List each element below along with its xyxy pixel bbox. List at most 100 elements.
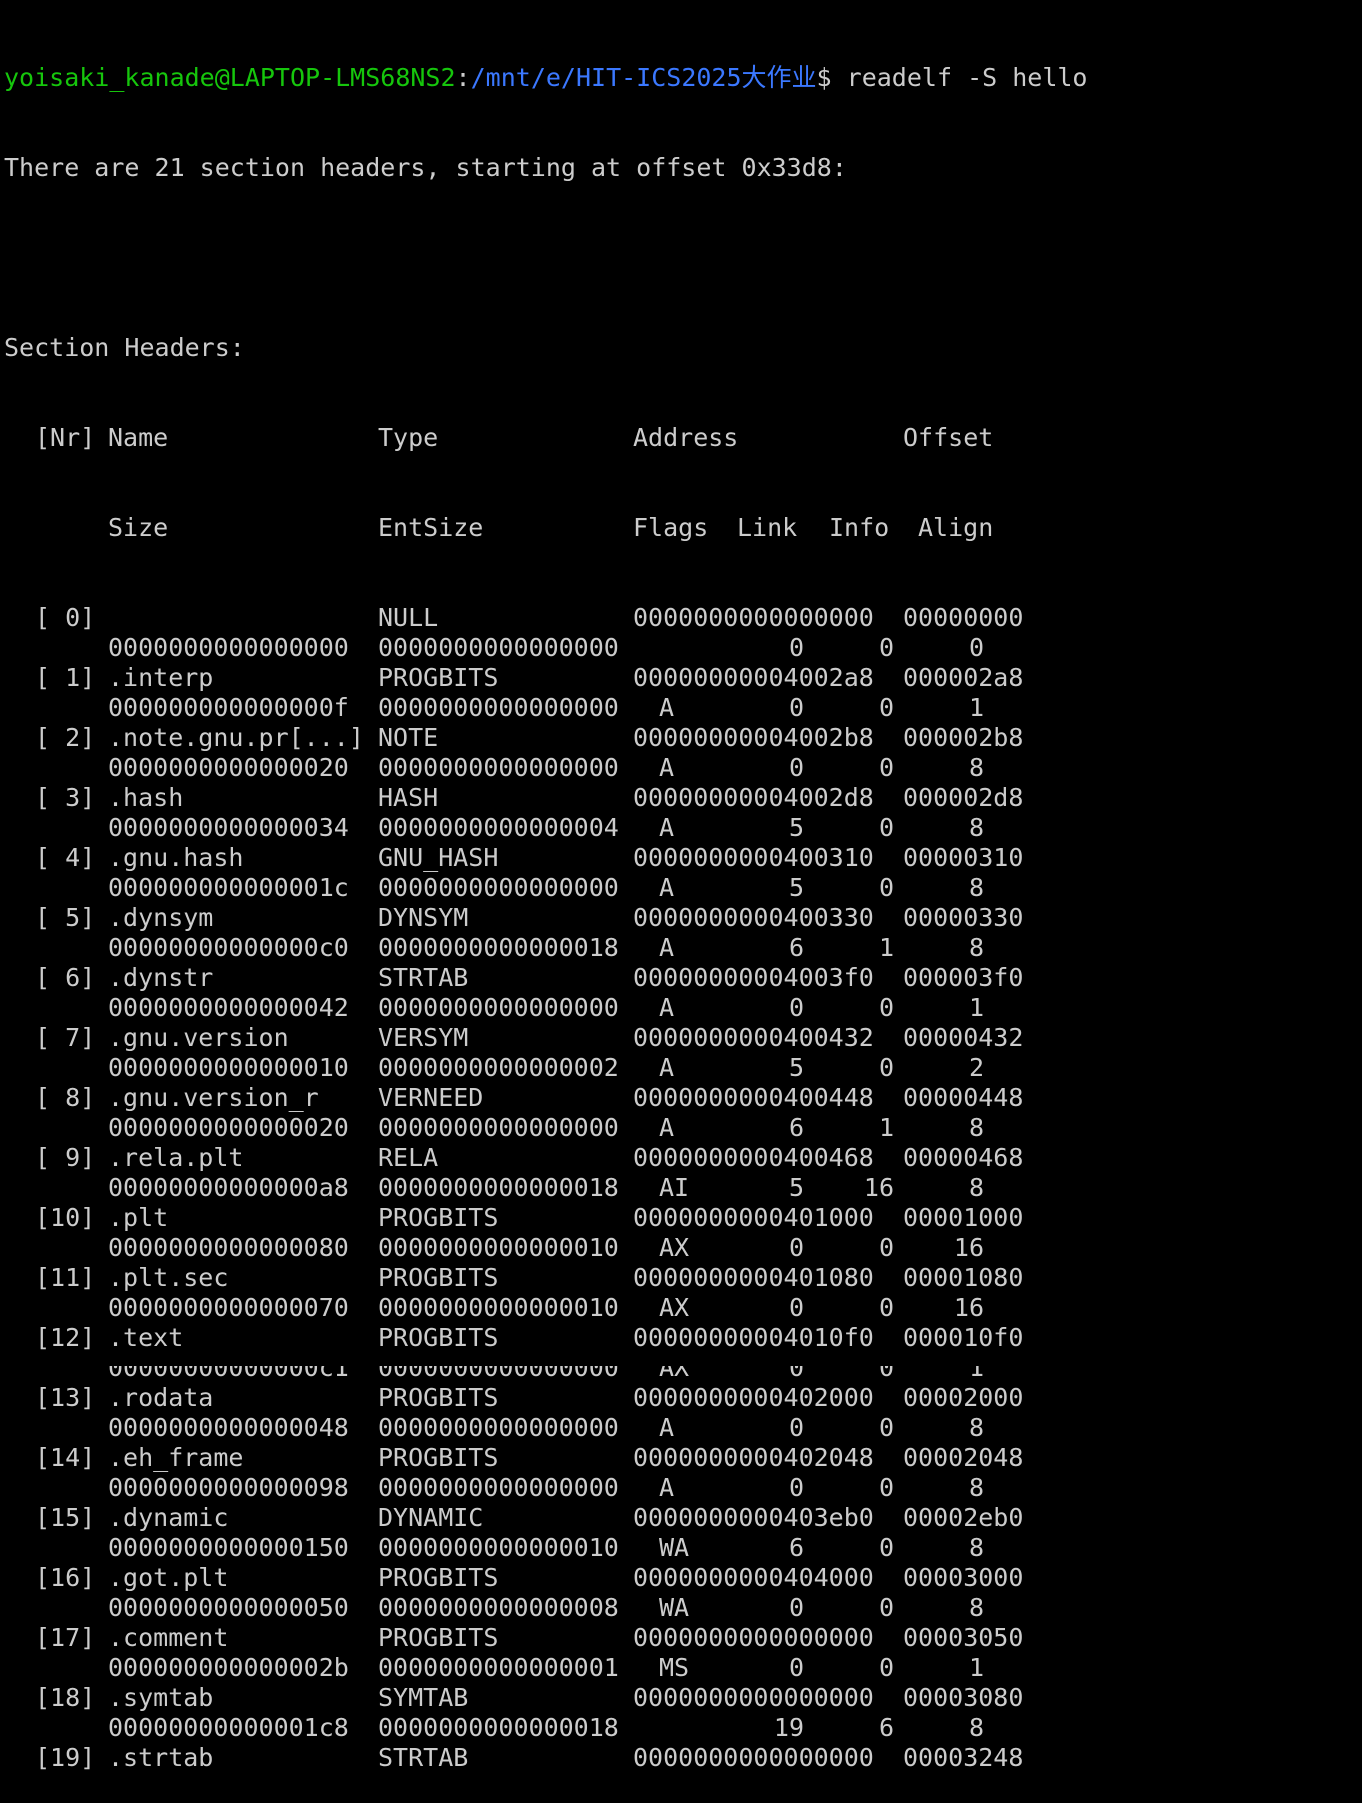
- section-entsize: 0000000000000000: [378, 1113, 619, 1142]
- header-flags: Flags: [633, 513, 709, 542]
- section-flags: A: [659, 1413, 675, 1442]
- section-name: .gnu.version_r: [108, 1083, 319, 1112]
- section-align: 16: [953, 1233, 984, 1262]
- section-flags: A: [659, 993, 675, 1022]
- section-align: 0: [968, 633, 984, 662]
- section-align: 2: [968, 1053, 984, 1082]
- section-link: 0: [788, 993, 804, 1022]
- section-align: 8: [968, 933, 984, 962]
- section-link: 0: [788, 1233, 804, 1262]
- section-size: 0000000000000048: [108, 1413, 349, 1442]
- section-link: 0: [788, 633, 804, 662]
- section-info: 0: [878, 1593, 894, 1622]
- section-row-secondary: 0000000000000034 0000000000000004 A 5 0 8: [4, 813, 1362, 843]
- section-size: 000000000000000f: [108, 693, 349, 722]
- section-type: PROGBITS: [378, 1563, 499, 1592]
- section-size: 000000000000001c: [108, 873, 349, 902]
- section-flags: A: [659, 1473, 675, 1502]
- section-offset: 000002d8: [903, 783, 1024, 812]
- section-link: 0: [788, 1653, 804, 1682]
- section-align: 8: [968, 1473, 984, 1502]
- section-nr: [19]: [35, 1743, 96, 1772]
- section-info: 0: [878, 633, 894, 662]
- section-entsize: 0000000000000000: [378, 633, 619, 662]
- prompt-path: /mnt/e/HIT-ICS2025大作业: [470, 63, 817, 92]
- section-type: PROGBITS: [378, 1323, 499, 1352]
- section-row-primary: [11] .plt.sec PROGBITS 0000000000401080 0000…: [4, 1263, 1362, 1293]
- section-link: 0: [788, 753, 804, 782]
- section-address: 0000000000000000: [633, 1683, 874, 1712]
- section-offset: 00003050: [903, 1623, 1024, 1652]
- section-name: .rela.plt: [108, 1143, 244, 1172]
- section-link: 0: [788, 1293, 804, 1322]
- section-info: 6: [878, 1713, 894, 1742]
- section-row-primary: [ 0] NULL 0000000000000000 00000000: [4, 603, 1362, 633]
- section-info: 0: [878, 813, 894, 842]
- section-size: 0000000000000034: [108, 813, 349, 842]
- section-size: 0000000000000042: [108, 993, 349, 1022]
- section-nr: [ 1]: [35, 663, 96, 692]
- section-nr: [13]: [35, 1383, 96, 1412]
- section-size: 00000000000001c8: [108, 1713, 349, 1742]
- section-address: 00000000004002b8: [633, 723, 874, 752]
- header-link: Link: [737, 513, 798, 542]
- summary-line: There are 21 section headers, starting a…: [4, 153, 847, 182]
- section-nr: [10]: [35, 1203, 96, 1232]
- section-address: 0000000000403eb0: [633, 1503, 874, 1532]
- section-align: 1: [968, 1653, 984, 1682]
- section-type: PROGBITS: [378, 1443, 499, 1472]
- section-offset: 00003248: [903, 1743, 1024, 1772]
- section-entsize: 0000000000000000: [378, 1473, 619, 1502]
- section-name: .text: [108, 1323, 184, 1352]
- section-row-secondary: 0000000000000098 0000000000000000 A 0 0 8: [4, 1473, 1362, 1503]
- section-name: .comment: [108, 1623, 229, 1652]
- section-align: 8: [968, 1113, 984, 1142]
- section-entsize: 0000000000000018: [378, 1173, 619, 1202]
- section-type: PROGBITS: [378, 663, 499, 692]
- section-align: 8: [968, 1413, 984, 1442]
- section-row-primary: [17] .comment PROGBITS 0000000000000000 0000…: [4, 1623, 1362, 1653]
- section-row-primary: [15] .dynamic DYNAMIC 0000000000403eb0 00002…: [4, 1503, 1362, 1533]
- prompt-separator: :: [455, 63, 471, 92]
- section-flags: AX: [659, 1233, 690, 1262]
- section-align: 1: [968, 993, 984, 1022]
- section-info: 0: [878, 1533, 894, 1562]
- section-row-primary: [ 7] .gnu.version VERSYM 0000000000400432 00…: [4, 1023, 1362, 1053]
- section-align: 8: [968, 753, 984, 782]
- section-row-secondary: 0000000000000000 0000000000000000 0 0 0: [4, 633, 1362, 663]
- section-address: 0000000000400310: [633, 843, 874, 872]
- section-name: .note.gnu.pr[...]: [108, 723, 364, 752]
- section-info: 1: [878, 1113, 894, 1142]
- section-type: PROGBITS: [378, 1203, 499, 1232]
- header-offset: Offset: [903, 423, 994, 452]
- section-row-secondary: 00000000000000c0 0000000000000018 A 6 1 8: [4, 933, 1362, 963]
- section-name: .gnu.hash: [108, 843, 244, 872]
- section-info: 0: [878, 1413, 894, 1442]
- section-row-primary: [ 4] .gnu.hash GNU_HASH 0000000000400310 000…: [4, 843, 1362, 873]
- section-entsize: 0000000000000000: [378, 873, 619, 902]
- section-info: 0: [878, 753, 894, 782]
- prompt-line: yoisaki_kanade@LAPTOP-LMS68NS2:/mnt/e/HI…: [4, 63, 1362, 93]
- section-address: 0000000000400432: [633, 1023, 874, 1052]
- prompt-user-host: yoisaki_kanade@LAPTOP-LMS68NS2: [4, 63, 456, 92]
- section-entsize: 0000000000000002: [378, 1053, 619, 1082]
- section-row-primary: [14] .eh_frame PROGBITS 0000000000402048 000…: [4, 1443, 1362, 1473]
- section-row-primary: [ 5] .dynsym DYNSYM 0000000000400330 0000033…: [4, 903, 1362, 933]
- section-type: NULL: [378, 603, 439, 632]
- section-info: 0: [878, 693, 894, 722]
- section-size: 0000000000000020: [108, 1113, 349, 1142]
- section-address: 00000000004010f0: [633, 1323, 874, 1352]
- section-name: .strtab: [108, 1743, 214, 1772]
- section-name: .hash: [108, 783, 184, 812]
- header-nr: [Nr]: [35, 423, 96, 452]
- section-row-secondary: 000000000000002b 0000000000000001 MS 0 0 1: [4, 1653, 1362, 1683]
- section-type: STRTAB: [378, 963, 469, 992]
- section-link: 6: [788, 933, 804, 962]
- section-nr: [ 4]: [35, 843, 96, 872]
- section-flags: A: [659, 753, 675, 782]
- section-offset: 00002eb0: [903, 1503, 1024, 1532]
- section-nr: [12]: [35, 1323, 96, 1352]
- terminal-window[interactable]: yoisaki_kanade@LAPTOP-LMS68NS2:/mnt/e/HI…: [4, 3, 1362, 1803]
- section-nr: [18]: [35, 1683, 96, 1712]
- section-flags: A: [659, 873, 675, 902]
